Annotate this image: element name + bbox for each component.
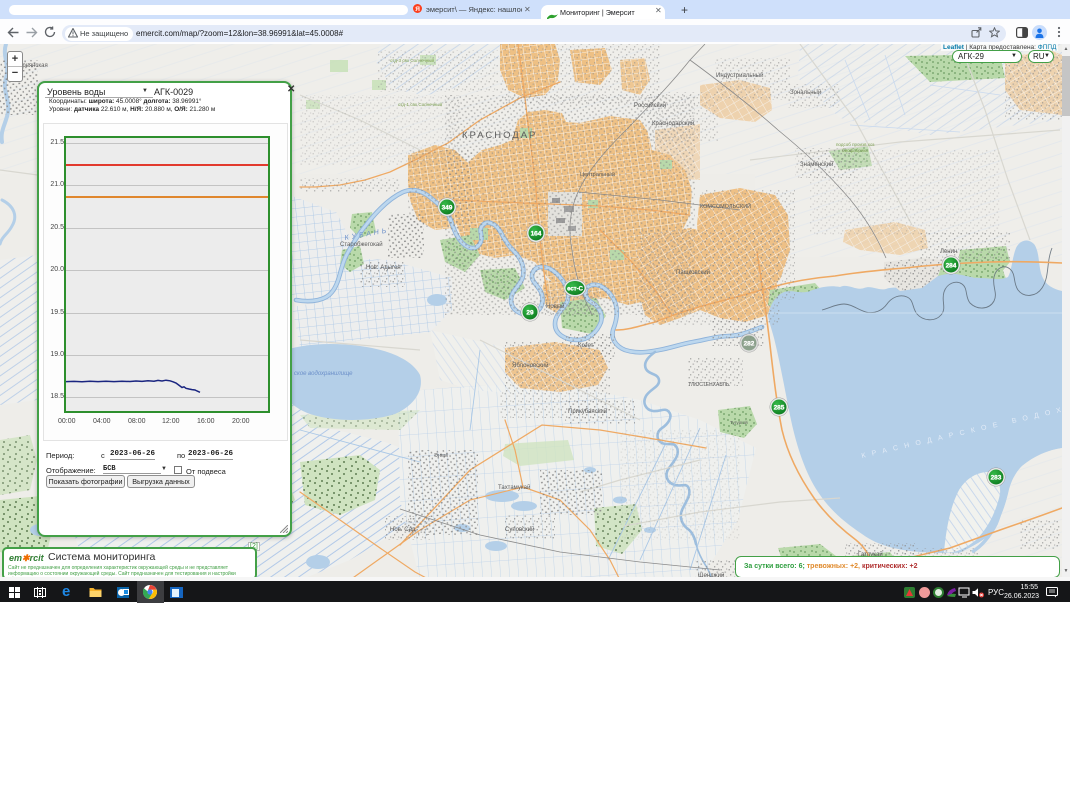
svg-text:биофабрики: биофабрики — [842, 148, 868, 153]
svg-text:282: 282 — [744, 341, 755, 348]
svg-text:Российский: Российский — [634, 102, 666, 109]
svg-text:Знаменский: Знаменский — [800, 161, 833, 168]
svg-text:164: 164 — [531, 231, 542, 238]
svg-text:ское водохранилище: ское водохранилище — [294, 371, 353, 377]
svg-text:349: 349 — [442, 205, 453, 212]
svg-text:Нов. Адыгея: Нов. Адыгея — [366, 265, 401, 271]
svg-text:подсоб произв хоз: подсоб произв хоз — [836, 142, 874, 147]
svg-text:285: 285 — [774, 405, 785, 412]
svg-text:Ленин: Ленин — [940, 249, 957, 255]
svg-text:ТЛЮСТЕНХАБЛЬ: ТЛЮСТЕНХАБЛЬ — [688, 382, 730, 388]
svg-text:Зональный: Зональный — [790, 89, 821, 96]
svg-text:Краснодарский: Краснодарский — [652, 120, 694, 127]
svg-text:29: 29 — [526, 310, 534, 317]
svg-text:Центральный: Центральный — [580, 171, 615, 178]
svg-text:Яблоновский: Яблоновский — [512, 362, 549, 369]
svg-text:Тахтамукай: Тахтамукай — [498, 484, 530, 491]
svg-text:ест-С: ест-С — [567, 287, 584, 293]
svg-text:Индустриальный: Индустриальный — [716, 72, 763, 79]
svg-text:283: 283 — [991, 475, 1002, 482]
svg-text:Тугургой: Тугургой — [730, 419, 748, 425]
svg-text:Суповский: Суповский — [505, 526, 534, 533]
svg-text:Прикубанский: Прикубанский — [568, 408, 607, 415]
svg-text:отд-3 свх Солнечный: отд-3 свх Солнечный — [390, 57, 435, 63]
svg-text:Нов. Сад: Нов. Сад — [390, 527, 416, 533]
svg-text:Энем: Энем — [434, 453, 448, 459]
svg-text:284: 284 — [946, 263, 957, 270]
svg-text:КОМСОМОЛЬСКИЙ: КОМСОМОЛЬСКИЙ — [700, 202, 751, 210]
svg-text:Козет: Козет — [578, 343, 594, 349]
svg-text:отд-1 свх Солнечный: отд-1 свх Солнечный — [398, 101, 443, 107]
svg-text:Новый: Новый — [546, 303, 565, 310]
svg-text:Пашковский: Пашковский — [676, 269, 710, 276]
svg-text:Старобжегокай: Старобжегокай — [340, 241, 383, 248]
svg-text:КРАСНОДАР: КРАСНОДАР — [462, 130, 537, 141]
